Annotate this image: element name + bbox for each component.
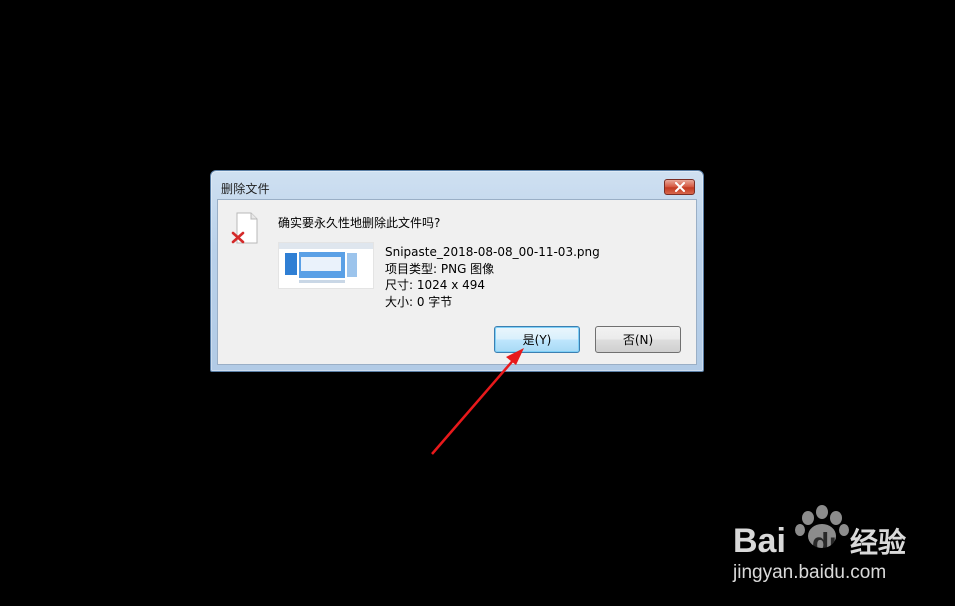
file-name: Snipaste_2018-08-08_00-11-03.png xyxy=(385,245,600,259)
close-button[interactable] xyxy=(664,179,695,195)
close-icon xyxy=(674,182,685,192)
dialog-body: 确实要永久性地删除此文件吗? Snipaste_2018-08-08_00-11… xyxy=(217,199,697,365)
dialog-title: 删除文件 xyxy=(221,182,270,196)
file-info: Snipaste_2018-08-08_00-11-03.png 项目类型: P… xyxy=(385,244,600,310)
file-type: 项目类型: PNG 图像 xyxy=(385,261,495,276)
yes-button[interactable]: 是(Y) xyxy=(494,326,580,353)
dialog-titlebar[interactable]: 删除文件 xyxy=(211,171,703,199)
baidu-jingyan-watermark: Bai du 经验 jingyan.baidu.com xyxy=(732,505,906,583)
svg-text:du: du xyxy=(812,527,846,558)
deleted-file-icon xyxy=(231,212,258,244)
file-size: 大小: 0 字节 xyxy=(385,294,453,309)
confirm-question: 确实要永久性地删除此文件吗? xyxy=(278,216,441,230)
file-thumbnail xyxy=(278,242,374,289)
watermark-brand: Bai xyxy=(733,522,786,560)
file-dimensions: 尺寸: 1024 x 494 xyxy=(385,278,486,292)
watermark-suffix: 经验 xyxy=(850,526,906,559)
screen: 删除文件 确实要永久性地删除此文件吗? Snipaste_2018-08-08_… xyxy=(0,0,955,606)
no-button[interactable]: 否(N) xyxy=(595,326,681,353)
watermark-url: jingyan.baidu.com xyxy=(732,562,886,583)
delete-file-dialog: 删除文件 确实要永久性地删除此文件吗? Snipaste_2018-08-08_… xyxy=(210,170,704,372)
